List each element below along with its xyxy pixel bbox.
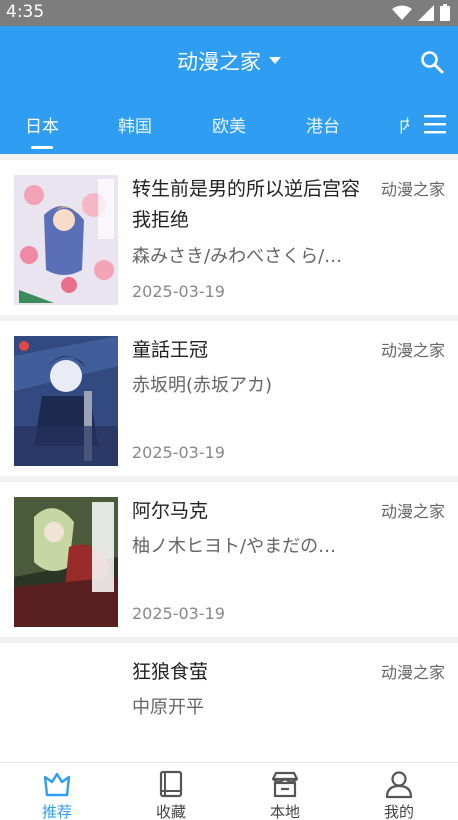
status-time: 4:35 bbox=[6, 2, 45, 22]
comic-card[interactable]: 童話王冠 赤坂明(赤坂アカ) 2025-03-19 动漫之家 bbox=[0, 321, 458, 476]
category-tabs: 日本 韩国 欧美 港台 内 bbox=[0, 109, 458, 151]
tab-menu-button[interactable] bbox=[424, 114, 446, 138]
comic-title: 阿尔马克 bbox=[132, 500, 209, 522]
tab-japan[interactable]: 日本 bbox=[25, 112, 59, 137]
dropdown-icon bbox=[269, 57, 281, 64]
nav-label: 我的 bbox=[383, 803, 414, 820]
comic-cover bbox=[14, 658, 118, 762]
comic-author: 中原开平 bbox=[132, 697, 204, 718]
nav-local[interactable]: 本地 bbox=[228, 763, 342, 820]
comic-source: 动漫之家 bbox=[380, 663, 445, 682]
comic-source: 动漫之家 bbox=[380, 180, 445, 199]
nav-label: 收藏 bbox=[155, 803, 186, 820]
store-icon bbox=[271, 771, 299, 798]
book-icon bbox=[159, 770, 183, 798]
comic-cover bbox=[14, 336, 118, 466]
comic-title: 转生前是男的所以逆后宫容我拒绝 bbox=[132, 178, 361, 231]
user-icon bbox=[385, 771, 413, 799]
nav-profile[interactable]: 我的 bbox=[342, 763, 456, 820]
nav-label: 本地 bbox=[269, 803, 300, 820]
battery-icon bbox=[440, 4, 450, 21]
search-icon bbox=[421, 51, 444, 74]
nav-favorites[interactable]: 收藏 bbox=[114, 763, 228, 820]
nav-label: 推荐 bbox=[41, 803, 72, 820]
crown-icon bbox=[43, 772, 71, 797]
wifi-icon bbox=[392, 5, 412, 20]
search-button[interactable] bbox=[420, 50, 444, 78]
source-selector[interactable]: 动漫之家 bbox=[0, 46, 458, 76]
signal-icon bbox=[418, 4, 434, 21]
status-bar: 4:35 bbox=[0, 0, 458, 26]
comic-source: 动漫之家 bbox=[380, 502, 445, 521]
comic-source: 动漫之家 bbox=[380, 341, 445, 360]
comic-list: 转生前是男的所以逆后宫容我拒绝 森みさき/みわべさくら/… 2025-03-19… bbox=[0, 160, 458, 762]
comic-title: 狂狼食萤 bbox=[132, 661, 209, 683]
status-icons bbox=[392, 4, 450, 21]
comic-author: 柚ノ木ヒヨト/やまだの… bbox=[132, 536, 337, 557]
tab-mainland[interactable]: 内 bbox=[399, 112, 409, 137]
tab-active-indicator bbox=[31, 146, 53, 149]
bottom-nav: 推荐 收藏 本地 我的 bbox=[0, 762, 458, 820]
comic-cover bbox=[14, 175, 118, 305]
comic-date: 2025-03-19 bbox=[132, 604, 225, 623]
tab-korea[interactable]: 韩国 bbox=[118, 112, 152, 137]
nav-recommend[interactable]: 推荐 bbox=[0, 763, 114, 820]
comic-title: 童話王冠 bbox=[132, 339, 209, 361]
menu-icon bbox=[424, 115, 446, 134]
source-title: 动漫之家 bbox=[177, 50, 261, 74]
comic-card[interactable]: 转生前是男的所以逆后宫容我拒绝 森みさき/みわべさくら/… 2025-03-19… bbox=[0, 160, 458, 315]
tab-hk-tw[interactable]: 港台 bbox=[306, 112, 340, 137]
tab-europe[interactable]: 欧美 bbox=[212, 112, 246, 137]
comic-card[interactable]: 狂狼食萤 中原开平 动漫之家 bbox=[0, 643, 458, 762]
comic-date: 2025-03-19 bbox=[132, 282, 225, 301]
comic-card[interactable]: 阿尔马克 柚ノ木ヒヨト/やまだの… 2025-03-19 动漫之家 bbox=[0, 482, 458, 637]
comic-author: 森みさき/みわべさくら/… bbox=[132, 246, 343, 267]
app-header: 动漫之家 日本 韩国 欧美 港台 内 bbox=[0, 26, 458, 154]
comic-date: 2025-03-19 bbox=[132, 443, 225, 462]
comic-author: 赤坂明(赤坂アカ) bbox=[132, 375, 273, 396]
comic-cover bbox=[14, 497, 118, 627]
